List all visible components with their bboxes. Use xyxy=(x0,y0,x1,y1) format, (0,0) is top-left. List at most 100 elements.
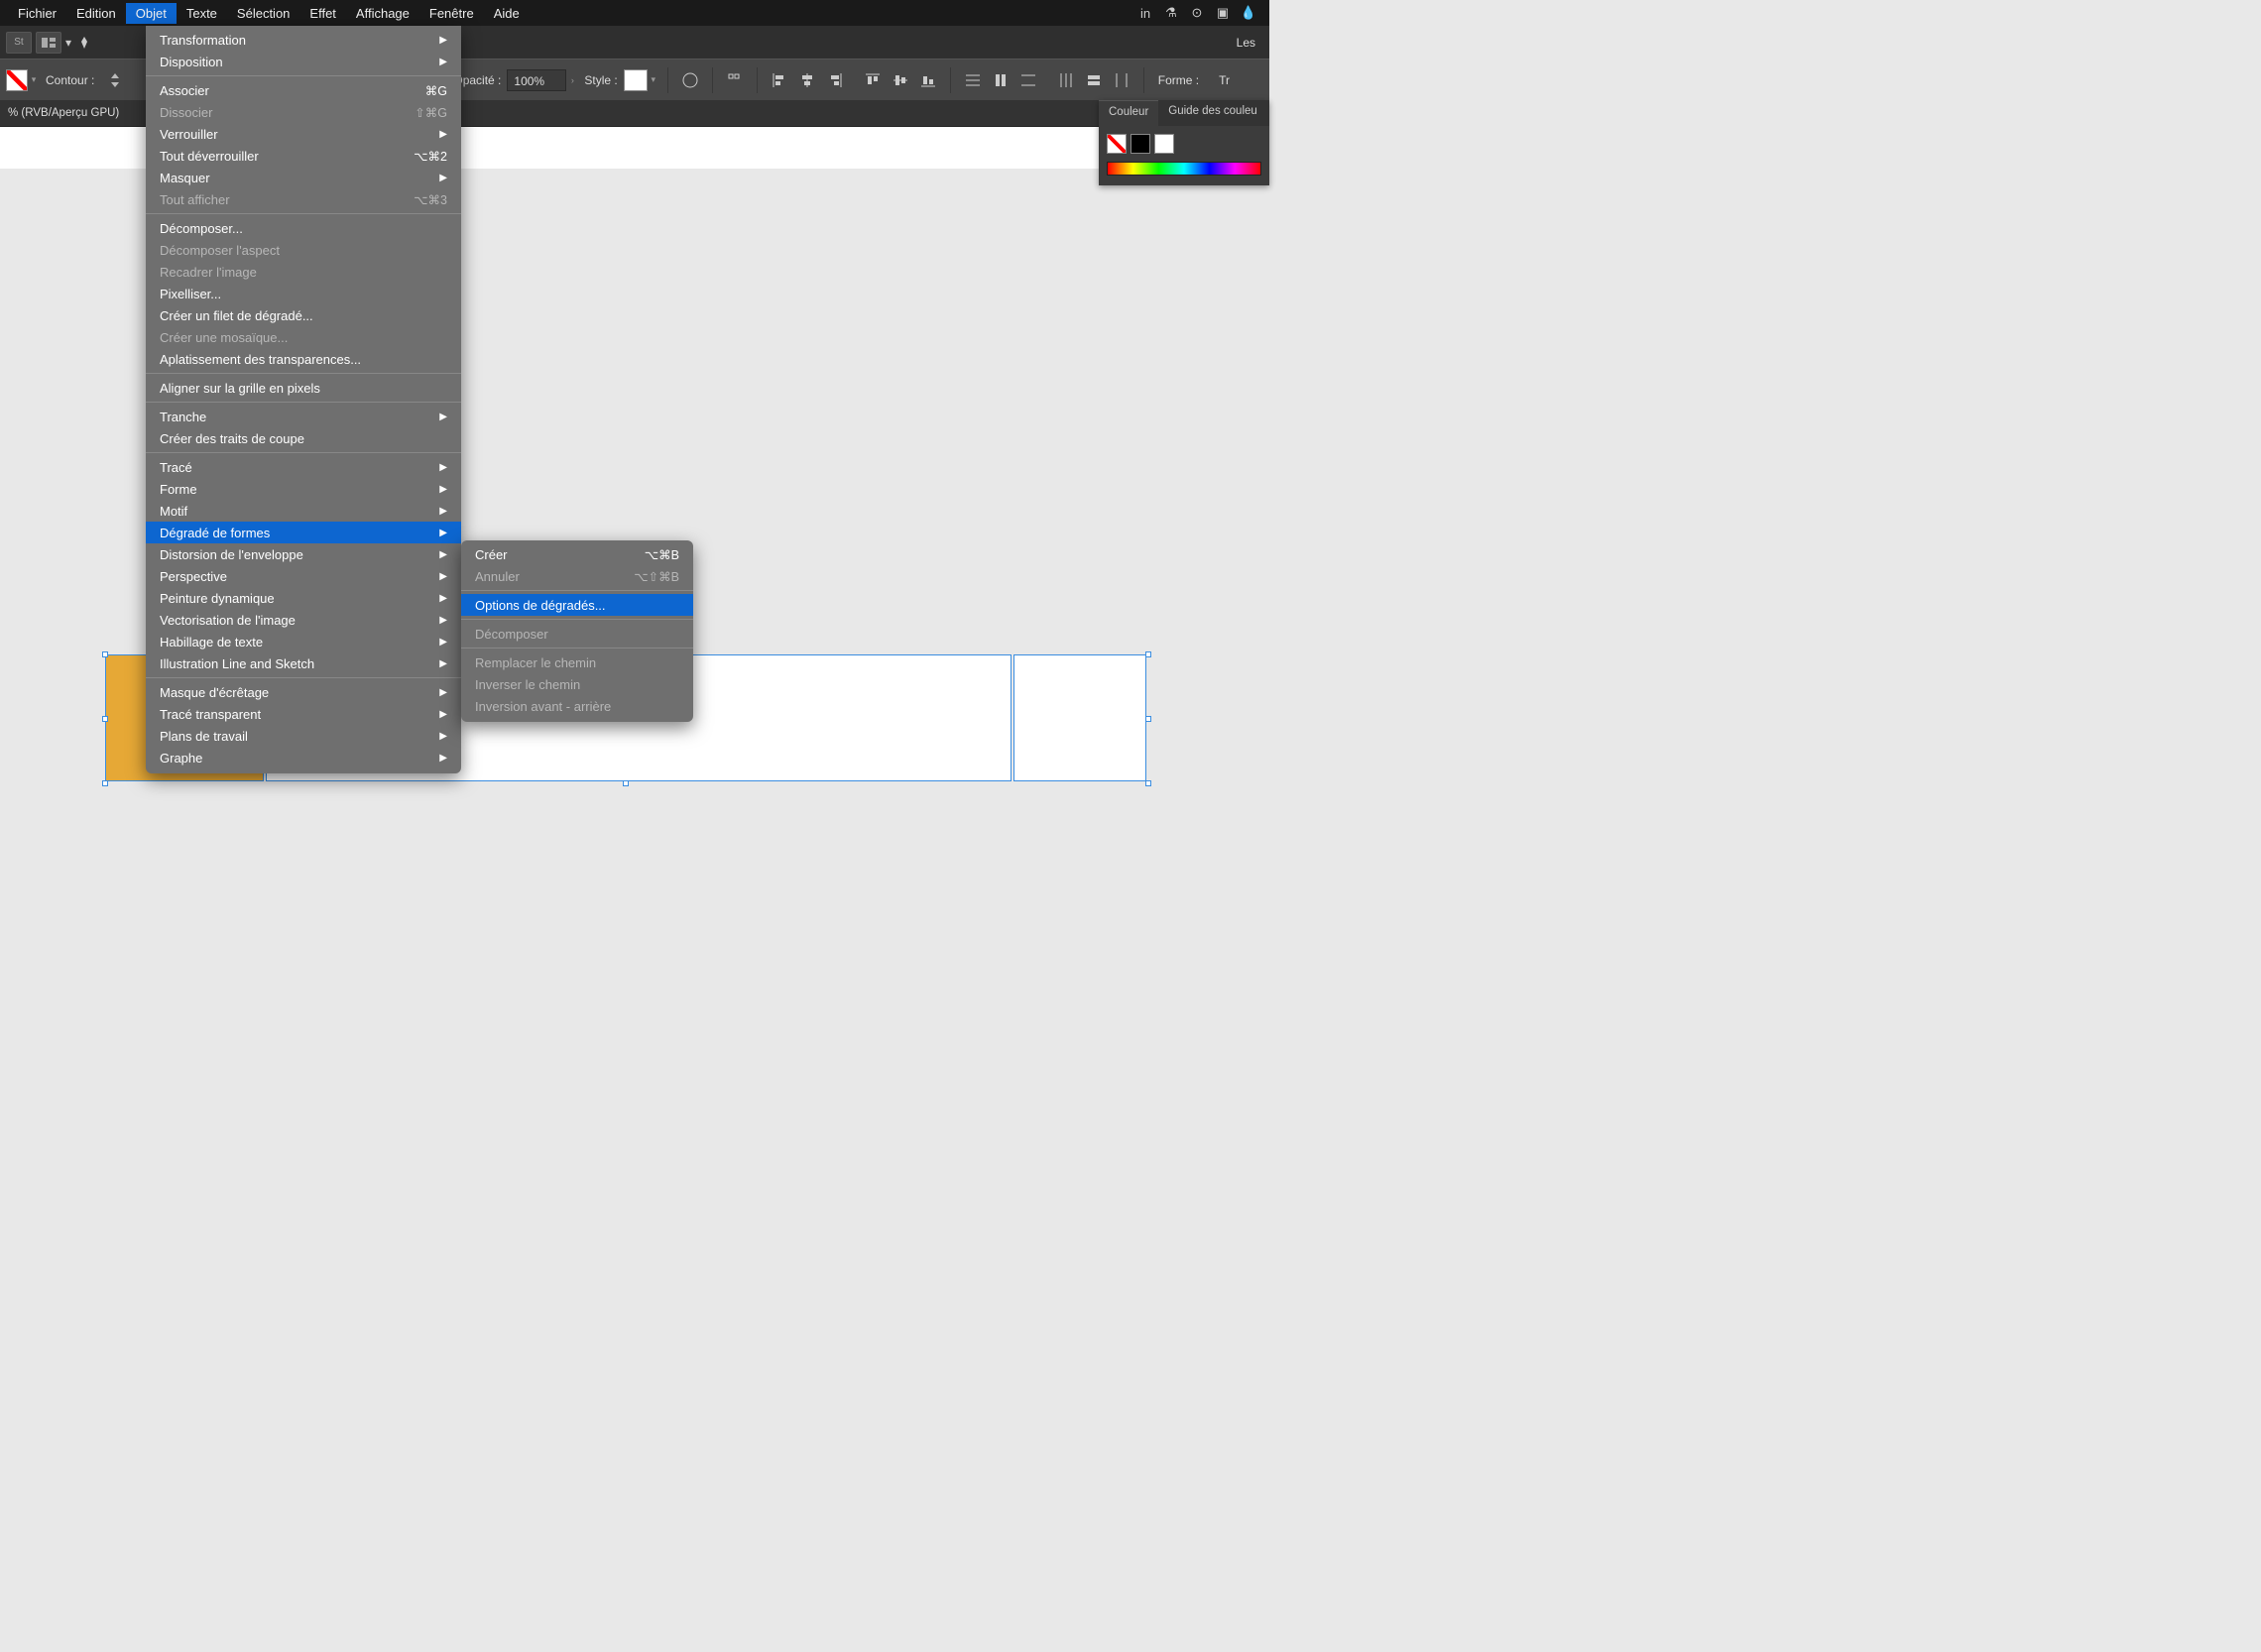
menu-item-inversion-avant-arri-re: Inversion avant - arrière xyxy=(461,695,693,717)
dist-bottom-icon[interactable] xyxy=(1017,69,1039,91)
tab-couleur[interactable]: Couleur xyxy=(1099,100,1158,126)
menu-item-tout-afficher: Tout afficher⌥⌘3 xyxy=(146,188,461,210)
swatch-white[interactable] xyxy=(1154,134,1174,154)
drop-icon[interactable]: 💧 xyxy=(1240,4,1257,22)
menu-item-label: Tracé transparent xyxy=(160,707,433,722)
menu-item-label: Inverser le chemin xyxy=(475,677,679,692)
menu-objet[interactable]: Objet xyxy=(126,3,177,24)
gpu-icon[interactable] xyxy=(71,32,97,54)
style-swatch[interactable] xyxy=(624,69,648,91)
menu-item-pixelliser[interactable]: Pixelliser... xyxy=(146,283,461,304)
align-vcenter-icon[interactable] xyxy=(890,69,911,91)
menu-item-tranche[interactable]: Tranche▶ xyxy=(146,406,461,427)
menu-separator xyxy=(146,402,461,403)
align-options-icon[interactable] xyxy=(724,69,746,91)
opacity-input[interactable]: 100% xyxy=(507,69,566,91)
menu-item-vectorisation-de-l-image[interactable]: Vectorisation de l'image▶ xyxy=(146,609,461,631)
dist-hcenter-icon[interactable] xyxy=(1083,69,1105,91)
menu-item-label: Aligner sur la grille en pixels xyxy=(160,381,447,396)
menu-item-graphe[interactable]: Graphe▶ xyxy=(146,747,461,768)
menu-item-distorsion-de-l-enveloppe[interactable]: Distorsion de l'enveloppe▶ xyxy=(146,543,461,565)
menu-item-cr-er-un-filet-de-d-grad[interactable]: Créer un filet de dégradé... xyxy=(146,304,461,326)
dist-left-icon[interactable] xyxy=(1055,69,1077,91)
recolor-icon[interactable] xyxy=(679,69,701,91)
menu-aide[interactable]: Aide xyxy=(484,3,530,24)
menu-item-cr-er[interactable]: Créer⌥⌘B xyxy=(461,543,693,565)
dist-top-icon[interactable] xyxy=(962,69,984,91)
handle-se[interactable] xyxy=(1145,780,1151,786)
panels-icon[interactable]: ▣ xyxy=(1214,4,1232,22)
align-right-icon[interactable] xyxy=(824,69,846,91)
search-documents[interactable]: Les xyxy=(1229,34,1263,52)
menu-item-options-de-d-grad-s[interactable]: Options de dégradés... xyxy=(461,594,693,616)
menu-item-label: Plans de travail xyxy=(160,729,433,744)
fill-caret[interactable]: ▾ xyxy=(28,72,40,88)
opacity-caret[interactable]: › xyxy=(566,72,578,88)
align-left-icon[interactable] xyxy=(769,69,790,91)
handle-sw[interactable] xyxy=(102,780,108,786)
handle-w[interactable] xyxy=(102,716,108,722)
swatch-black[interactable] xyxy=(1130,134,1150,154)
menu-item-trac-transparent[interactable]: Tracé transparent▶ xyxy=(146,703,461,725)
color-spectrum[interactable] xyxy=(1107,162,1261,176)
submenu-arrow-icon: ▶ xyxy=(439,731,447,742)
menu-item-aplatissement-des-transparences[interactable]: Aplatissement des transparences... xyxy=(146,348,461,370)
style-caret[interactable]: ▾ xyxy=(648,72,659,88)
menu-item-motif[interactable]: Motif▶ xyxy=(146,500,461,522)
stroke-stepper[interactable] xyxy=(104,69,126,91)
menu-item-label: Pixelliser... xyxy=(160,287,447,301)
menu-item-label: Tranche xyxy=(160,410,433,424)
stock-button[interactable]: St xyxy=(6,32,32,54)
align-bottom-icon[interactable] xyxy=(917,69,939,91)
menu-texte[interactable]: Texte xyxy=(177,3,227,24)
menu-item-label: Inversion avant - arrière xyxy=(475,699,679,714)
menu-fichier[interactable]: Fichier xyxy=(8,3,66,24)
menu-item-label: Vectorisation de l'image xyxy=(160,613,433,628)
menu-item-aligner-sur-la-grille-en-pixels[interactable]: Aligner sur la grille en pixels xyxy=(146,377,461,399)
menu-item-d-grad-de-formes[interactable]: Dégradé de formes▶ xyxy=(146,522,461,543)
menu-item-d-composer[interactable]: Décomposer... xyxy=(146,217,461,239)
menu-item-masque-d-cr-tage[interactable]: Masque d'écrêtage▶ xyxy=(146,681,461,703)
transform-label[interactable]: Tr xyxy=(1219,73,1230,87)
tab-guide[interactable]: Guide des couleu xyxy=(1158,100,1267,126)
arrange-button[interactable] xyxy=(36,32,61,54)
menu-item-masquer[interactable]: Masquer▶ xyxy=(146,167,461,188)
menu-item-tout-d-verrouiller[interactable]: Tout déverrouiller⌥⌘2 xyxy=(146,145,461,167)
menu-separator xyxy=(146,213,461,214)
menu-item-illustration-line-and-sketch[interactable]: Illustration Line and Sketch▶ xyxy=(146,652,461,674)
cloud-icon[interactable]: ⊙ xyxy=(1188,4,1206,22)
menu-fenetre[interactable]: Fenêtre xyxy=(419,3,484,24)
menu-selection[interactable]: Sélection xyxy=(227,3,299,24)
menu-item-forme[interactable]: Forme▶ xyxy=(146,478,461,500)
menu-item-transformation[interactable]: Transformation▶ xyxy=(146,29,461,51)
menu-effet[interactable]: Effet xyxy=(299,3,346,24)
align-top-icon[interactable] xyxy=(862,69,884,91)
dist-vcenter-icon[interactable] xyxy=(990,69,1012,91)
menu-item-habillage-de-texte[interactable]: Habillage de texte▶ xyxy=(146,631,461,652)
invision-icon[interactable]: in xyxy=(1136,4,1154,22)
handle-e[interactable] xyxy=(1145,716,1151,722)
menu-item-associer[interactable]: Associer⌘G xyxy=(146,79,461,101)
menu-item-trac[interactable]: Tracé▶ xyxy=(146,456,461,478)
handle-s[interactable] xyxy=(623,780,629,786)
fill-swatch[interactable] xyxy=(6,69,28,91)
align-hcenter-icon[interactable] xyxy=(796,69,818,91)
dist-right-icon[interactable] xyxy=(1111,69,1132,91)
menu-item-cr-er-des-traits-de-coupe[interactable]: Créer des traits de coupe xyxy=(146,427,461,449)
menu-item-disposition[interactable]: Disposition▶ xyxy=(146,51,461,72)
menu-item-perspective[interactable]: Perspective▶ xyxy=(146,565,461,587)
menu-item-label: Distorsion de l'enveloppe xyxy=(160,547,433,562)
flask-icon[interactable]: ⚗ xyxy=(1162,4,1180,22)
menu-edition[interactable]: Edition xyxy=(66,3,126,24)
menu-item-peinture-dynamique[interactable]: Peinture dynamique▶ xyxy=(146,587,461,609)
submenu-arrow-icon: ▶ xyxy=(439,484,447,495)
menu-item-plans-de-travail[interactable]: Plans de travail ▶ xyxy=(146,725,461,747)
menu-item-label: Motif xyxy=(160,504,433,519)
swatch-none[interactable] xyxy=(1107,134,1127,154)
shape-right[interactable] xyxy=(1013,654,1146,781)
menu-item-label: Tout afficher xyxy=(160,192,414,207)
handle-nw[interactable] xyxy=(102,651,108,657)
menu-item-verrouiller[interactable]: Verrouiller▶ xyxy=(146,123,461,145)
handle-ne[interactable] xyxy=(1145,651,1151,657)
menu-affichage[interactable]: Affichage xyxy=(346,3,419,24)
